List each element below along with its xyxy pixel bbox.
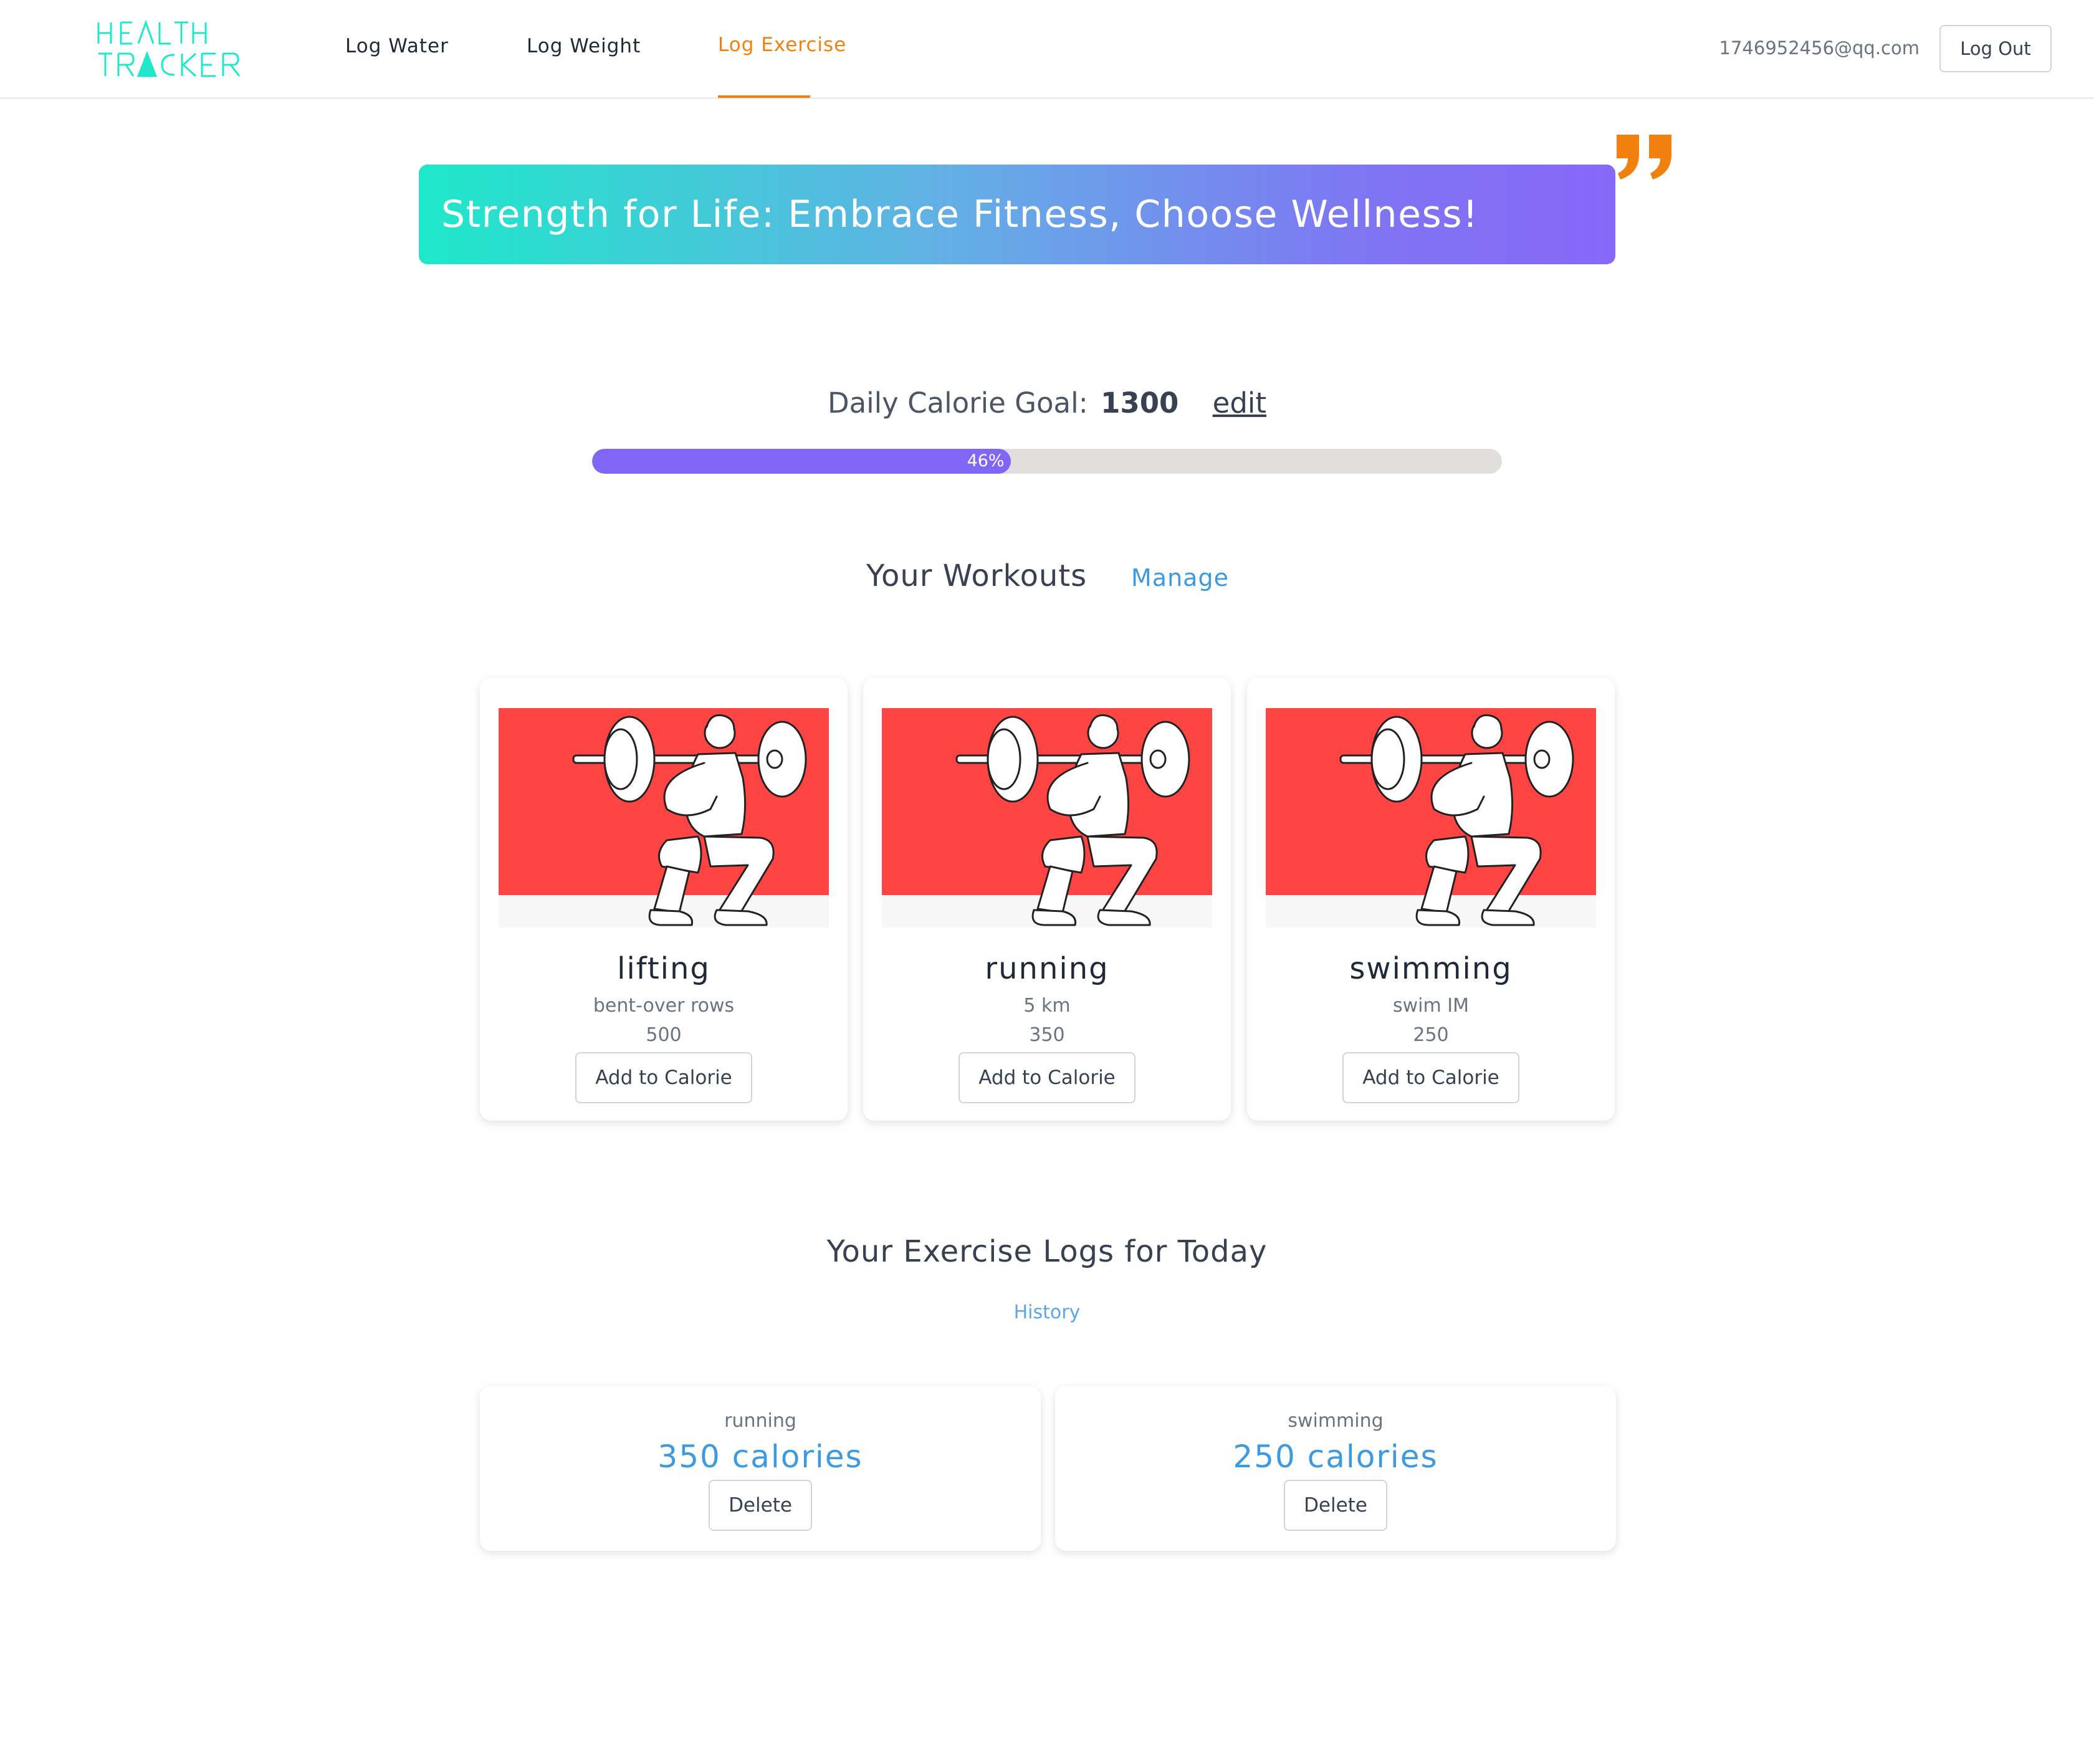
log-calories: 250 calories <box>1233 1439 1438 1475</box>
weightlifter-illustration <box>882 708 1212 928</box>
nav-log-water[interactable]: Log Water <box>345 35 449 57</box>
history-link[interactable]: History <box>0 1301 2094 1323</box>
workout-name: swimming <box>1349 951 1513 986</box>
banner-text: Strength for Life: Embrace Fitness, Choo… <box>441 193 1479 236</box>
edit-goal-link[interactable]: edit <box>1213 386 1266 419</box>
log-calories: 350 calories <box>657 1439 863 1475</box>
weightlifter-illustration <box>499 708 829 928</box>
workout-calories: 500 <box>646 1024 682 1046</box>
progress-label: 46% <box>967 451 1005 471</box>
history-link-label[interactable]: History <box>1014 1301 1081 1323</box>
workout-detail: 5 km <box>1023 995 1071 1017</box>
logout-button[interactable]: Log Out <box>1939 25 2052 72</box>
motivation-banner: Strength for Life: Embrace Fitness, Choo… <box>419 165 1615 264</box>
nav-log-exercise[interactable]: Log Exercise <box>718 34 846 56</box>
calorie-progress-bar: 46% <box>592 449 1502 474</box>
workout-card: swimming swim IM 250 Add to Calorie <box>1247 678 1615 1121</box>
active-tab-indicator <box>718 95 810 98</box>
workout-card: lifting bent-over rows 500 Add to Calori… <box>480 678 848 1121</box>
exercise-log-card: swimming 250 calories Delete <box>1055 1386 1616 1551</box>
exercise-log-card: running 350 calories Delete <box>480 1386 1041 1551</box>
goal-label: Daily Calorie Goal: <box>827 386 1088 419</box>
exercise-logs-title: Your Exercise Logs for Today <box>826 1234 1268 1269</box>
workout-detail: swim IM <box>1393 995 1469 1017</box>
weightlifter-illustration <box>1266 708 1596 928</box>
workout-calories: 250 <box>1413 1024 1449 1046</box>
workout-name: running <box>985 951 1109 986</box>
manage-workouts-link[interactable]: Manage <box>1131 564 1229 592</box>
daily-calorie-goal: Daily Calorie Goal: 1300 edit <box>0 386 2094 419</box>
health-tracker-logo[interactable] <box>96 19 254 79</box>
delete-log-button[interactable]: Delete <box>709 1480 812 1531</box>
workout-calories: 350 <box>1029 1024 1065 1046</box>
delete-log-button[interactable]: Delete <box>1284 1480 1387 1531</box>
nav-log-weight[interactable]: Log Weight <box>527 35 641 57</box>
quote-icon <box>1617 135 1671 180</box>
top-navbar: Log Water Log Weight Log Exercise 174695… <box>0 0 2094 99</box>
log-exercise-name: running <box>724 1410 796 1432</box>
user-email: 1746952456@qq.com <box>1719 37 1920 59</box>
add-to-calorie-button[interactable]: Add to Calorie <box>959 1052 1135 1103</box>
log-exercise-name: swimming <box>1288 1410 1384 1432</box>
workouts-title: Your Workouts <box>866 558 1088 593</box>
add-to-calorie-button[interactable]: Add to Calorie <box>575 1052 752 1103</box>
goal-value: 1300 <box>1101 386 1179 419</box>
workout-detail: bent-over rows <box>593 995 735 1017</box>
workout-name: lifting <box>617 951 710 986</box>
workout-card: running 5 km 350 Add to Calorie <box>863 678 1231 1121</box>
add-to-calorie-button[interactable]: Add to Calorie <box>1342 1052 1519 1103</box>
